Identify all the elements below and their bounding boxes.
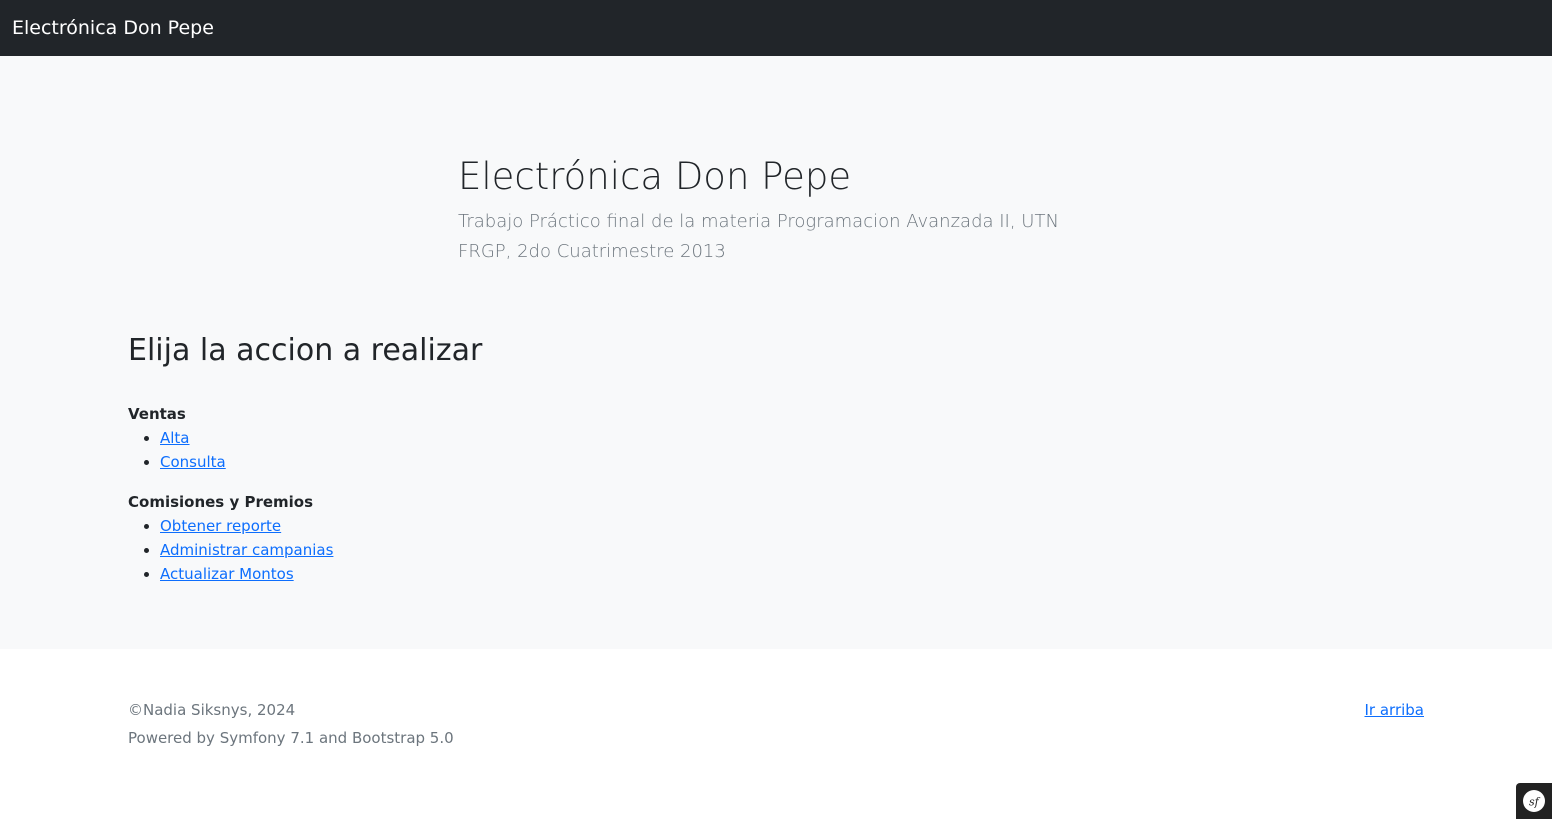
footer-copyright: ©Nadia Siksnys, 2024: [128, 701, 296, 719]
main-content: Electrónica Don Pepe Trabajo Práctico fi…: [0, 56, 1552, 649]
obtener-reporte-link[interactable]: Obtener reporte: [160, 517, 281, 535]
svg-text:sf: sf: [1529, 796, 1541, 809]
list-item: Actualizar Montos: [160, 562, 333, 586]
list-item: Obtener reporte: [160, 514, 333, 538]
section-title: Elija la accion a realizar: [128, 333, 483, 368]
group-ventas: Ventas Alta Consulta: [128, 402, 226, 474]
footer-powered-by: Powered by Symfony 7.1 and Bootstrap 5.0: [128, 729, 454, 747]
alta-link[interactable]: Alta: [160, 429, 190, 447]
navbar: Electrónica Don Pepe: [0, 0, 1552, 56]
hero-title: Electrónica Don Pepe: [458, 155, 852, 198]
administrar-campanias-link[interactable]: Administrar campanias: [160, 541, 333, 559]
list-item: Alta: [160, 426, 226, 450]
hero-lead: Trabajo Práctico final de la materia Pro…: [458, 211, 1059, 262]
consulta-link[interactable]: Consulta: [160, 453, 226, 471]
group-heading-ventas: Ventas: [128, 405, 186, 423]
symfony-debug-toolbar-toggle[interactable]: sf: [1516, 783, 1552, 819]
footer: ©Nadia Siksnys, 2024 Powered by Symfony …: [0, 649, 1552, 819]
comisiones-list: Obtener reporte Administrar campanias Ac…: [128, 514, 333, 586]
ventas-list: Alta Consulta: [128, 426, 226, 474]
symfony-icon: sf: [1523, 790, 1545, 812]
list-item: Consulta: [160, 450, 226, 474]
navbar-brand[interactable]: Electrónica Don Pepe: [12, 16, 214, 40]
group-heading-comisiones: Comisiones y Premios: [128, 493, 314, 511]
list-item: Administrar campanias: [160, 538, 333, 562]
back-to-top-link[interactable]: Ir arriba: [1364, 699, 1424, 721]
group-comisiones: Comisiones y Premios Obtener reporte Adm…: [128, 490, 333, 586]
actualizar-montos-link[interactable]: Actualizar Montos: [160, 565, 294, 583]
